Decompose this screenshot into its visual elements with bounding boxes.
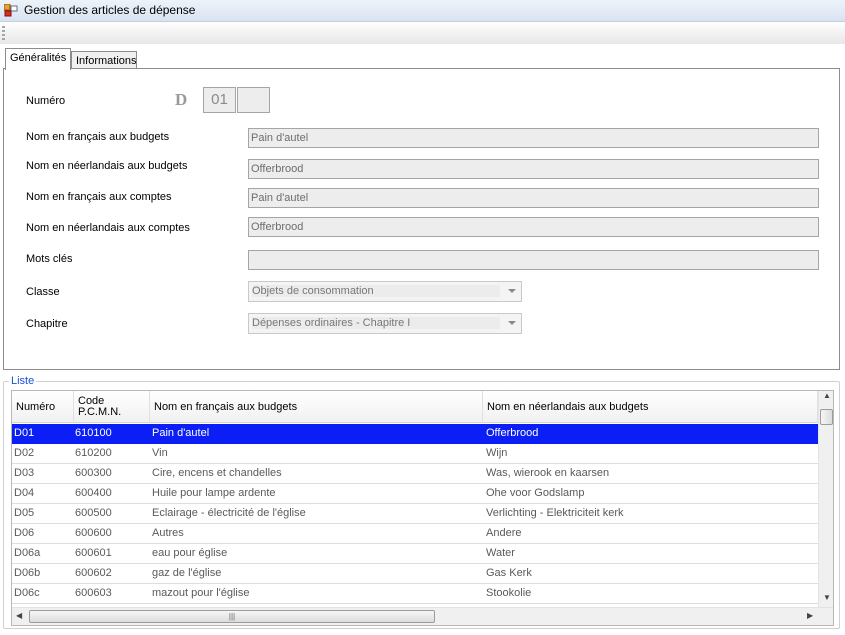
cell-numero: D05 bbox=[14, 507, 35, 519]
cell-numero: D01 bbox=[14, 427, 35, 439]
table-row[interactable]: D02 610200 Vin Wijn bbox=[12, 444, 818, 464]
scroll-left-icon[interactable]: ◀ bbox=[16, 611, 22, 620]
cell-nom-nl: Offerbrood bbox=[486, 427, 539, 439]
horizontal-scrollbar[interactable]: ◀ ||| ▶ bbox=[12, 607, 833, 625]
nom-fr-budgets-label: Nom en français aux budgets bbox=[26, 131, 170, 143]
mots-cles-field[interactable] bbox=[248, 250, 819, 270]
column-header-numero[interactable]: Numéro bbox=[12, 391, 74, 423]
numero-suffix-field[interactable] bbox=[237, 87, 270, 113]
table-row[interactable]: D06 600600 Autres Andere bbox=[12, 524, 818, 544]
chapitre-value: Dépenses ordinaires - Chapitre I bbox=[252, 317, 500, 329]
title-bar: Gestion des articles de dépense bbox=[0, 0, 845, 22]
nom-fr-comptes-label: Nom en français aux comptes bbox=[26, 191, 172, 203]
cell-nom-fr: Huile pour lampe ardente bbox=[152, 487, 276, 499]
cell-numero: D06b bbox=[14, 567, 41, 579]
liste-group-title: Liste bbox=[9, 375, 37, 387]
mots-cles-label: Mots clés bbox=[26, 253, 73, 265]
cell-code: 610200 bbox=[75, 447, 112, 459]
toolbar bbox=[0, 22, 845, 44]
table-row[interactable]: D06b 600602 gaz de l'église Gas Kerk bbox=[12, 564, 818, 584]
cell-nom-nl: Andere bbox=[486, 527, 522, 539]
cell-numero: D03 bbox=[14, 467, 35, 479]
tab-informations[interactable]: Informations bbox=[71, 51, 137, 69]
cell-nom-fr: gaz de l'église bbox=[152, 567, 222, 579]
tab-informations-label: Informations bbox=[76, 55, 137, 67]
horizontal-scroll-thumb[interactable]: ||| bbox=[29, 610, 435, 623]
articles-grid[interactable]: Numéro Code P.C.M.N. Nom en français aux… bbox=[11, 390, 834, 626]
classe-select[interactable]: Objets de consommation bbox=[248, 281, 522, 302]
classe-label: Classe bbox=[26, 286, 60, 298]
cell-code: 600400 bbox=[75, 487, 112, 499]
cell-numero: D06 bbox=[14, 527, 35, 539]
chevron-down-icon bbox=[508, 289, 516, 293]
cell-code: 600602 bbox=[75, 567, 112, 579]
cell-code: 600601 bbox=[75, 547, 112, 559]
cell-nom-fr: Pain d'autel bbox=[152, 427, 210, 439]
cell-code: 600300 bbox=[75, 467, 112, 479]
table-row[interactable]: D01 610100 Pain d'autel Offerbrood bbox=[12, 424, 818, 444]
tab-generalites-label: Généralités bbox=[10, 52, 67, 64]
nom-fr-comptes-field[interactable]: Pain d'autel bbox=[248, 188, 819, 208]
grid-header: Numéro Code P.C.M.N. Nom en français aux… bbox=[12, 391, 818, 423]
column-header-nom-nl[interactable]: Nom en néerlandais aux budgets bbox=[483, 391, 818, 423]
cell-code: 600600 bbox=[75, 527, 112, 539]
numero-code-field[interactable]: 01 bbox=[203, 87, 236, 113]
vertical-scroll-thumb[interactable] bbox=[820, 409, 833, 425]
window-title: Gestion des articles de dépense bbox=[24, 3, 196, 17]
cell-nom-nl: Wijn bbox=[486, 447, 508, 459]
cell-nom-nl: Water bbox=[486, 547, 515, 559]
vertical-scrollbar[interactable]: ▲ ▼ bbox=[818, 391, 833, 607]
cell-nom-nl: Gas Kerk bbox=[486, 567, 532, 579]
classe-value: Objets de consommation bbox=[252, 285, 500, 297]
chevron-down-icon bbox=[508, 321, 516, 325]
cell-nom-fr: eau pour église bbox=[152, 547, 228, 559]
nom-fr-budgets-field[interactable]: Pain d'autel bbox=[248, 128, 819, 148]
cell-nom-fr: Vin bbox=[152, 447, 168, 459]
toolbar-grip[interactable] bbox=[2, 26, 5, 40]
chapitre-label: Chapitre bbox=[26, 318, 68, 330]
scroll-up-icon[interactable]: ▲ bbox=[823, 391, 831, 400]
cell-nom-nl: Verlichting - Elektriciteit kerk bbox=[486, 507, 624, 519]
scroll-down-icon[interactable]: ▼ bbox=[823, 593, 831, 602]
cell-numero: D06c bbox=[14, 587, 40, 599]
cell-numero: D02 bbox=[14, 447, 35, 459]
table-row[interactable]: D06a 600601 eau pour église Water bbox=[12, 544, 818, 564]
cell-nom-fr: Autres bbox=[152, 527, 184, 539]
cell-nom-nl: Ohe voor Godslamp bbox=[486, 487, 585, 499]
cell-nom-fr: Cire, encens et chandelles bbox=[152, 467, 282, 479]
column-header-nom-fr[interactable]: Nom en français aux budgets bbox=[150, 391, 483, 423]
cell-numero: D06a bbox=[14, 547, 41, 559]
app-icon bbox=[4, 4, 18, 17]
numero-prefix: D bbox=[175, 90, 188, 109]
cell-nom-fr: mazout pour l'église bbox=[152, 587, 250, 599]
nom-nl-comptes-label: Nom en néerlandais aux comptes bbox=[26, 222, 190, 234]
table-row[interactable]: D03 600300 Cire, encens et chandelles Wa… bbox=[12, 464, 818, 484]
numero-label: Numéro bbox=[26, 95, 66, 107]
table-row[interactable]: D04 600400 Huile pour lampe ardente Ohe … bbox=[12, 484, 818, 504]
cell-nom-fr: Eclairage - électricité de l'église bbox=[152, 507, 306, 519]
tab-generalites[interactable]: Généralités bbox=[5, 48, 71, 70]
table-row[interactable]: D05 600500 Eclairage - électricité de l'… bbox=[12, 504, 818, 524]
nom-nl-comptes-field[interactable]: Offerbrood bbox=[248, 217, 819, 237]
nom-nl-budgets-field[interactable]: Offerbrood bbox=[248, 159, 819, 179]
cell-code: 600500 bbox=[75, 507, 112, 519]
table-row[interactable]: D06c 600603 mazout pour l'église Stookol… bbox=[12, 584, 818, 604]
chapitre-select[interactable]: Dépenses ordinaires - Chapitre I bbox=[248, 313, 522, 334]
cell-nom-nl: Stookolie bbox=[486, 587, 532, 599]
column-header-code[interactable]: Code P.C.M.N. bbox=[74, 391, 150, 423]
cell-numero: D04 bbox=[14, 487, 35, 499]
scroll-right-icon[interactable]: ▶ bbox=[807, 611, 813, 620]
cell-code: 610100 bbox=[75, 427, 112, 439]
cell-nom-nl: Was, wierook en kaarsen bbox=[486, 467, 610, 479]
cell-code: 600603 bbox=[75, 587, 112, 599]
nom-nl-budgets-label: Nom en néerlandais aux budgets bbox=[26, 160, 188, 172]
